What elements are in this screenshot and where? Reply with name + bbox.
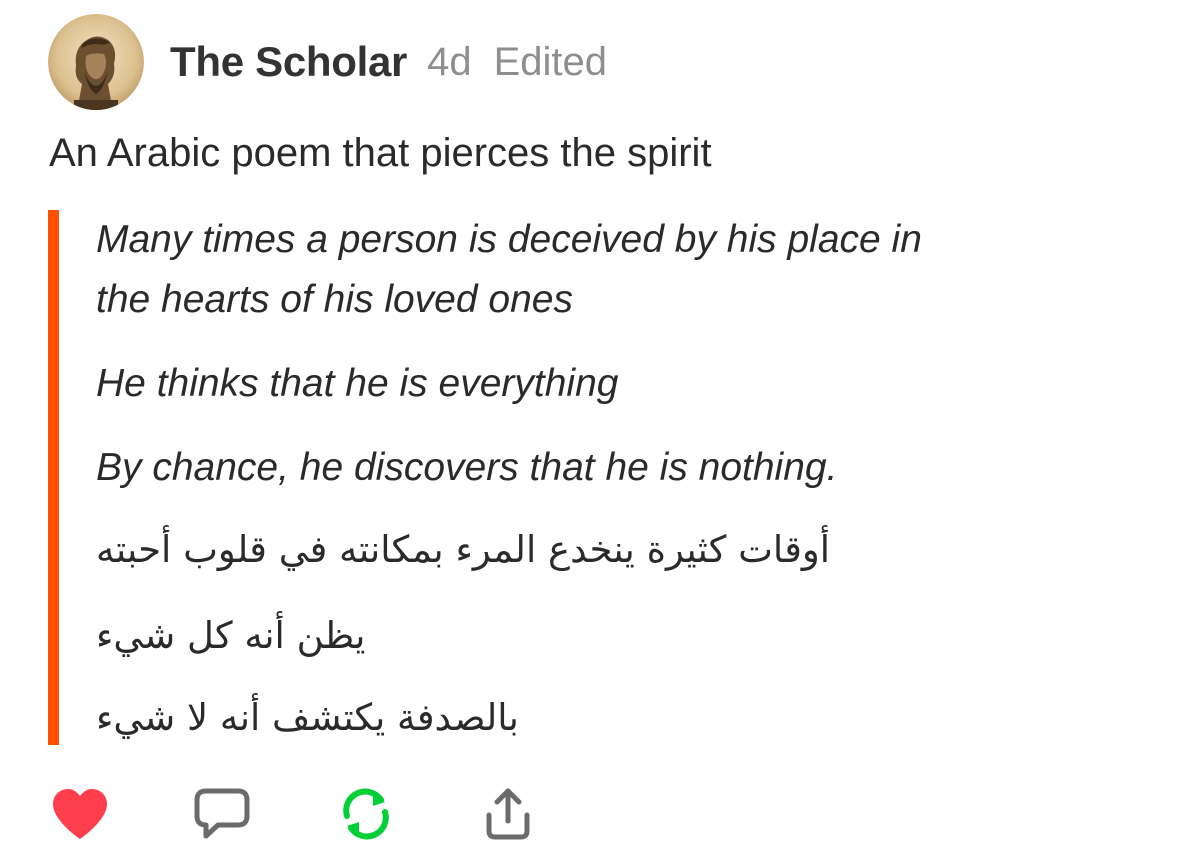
post-title: An Arabic poem that pierces the spirit (49, 131, 712, 175)
quote-line-arabic: بالصدفة يكتشف أنه لا شيء (96, 696, 519, 739)
edited-label: Edited (493, 39, 608, 84)
like-button[interactable] (48, 784, 112, 844)
quote-line: the hearts of his loved ones (96, 278, 573, 321)
quote-line: He thinks that he is everything (96, 362, 619, 405)
quote-line: Many times a person is deceived by his p… (96, 218, 922, 261)
quote-line-arabic: أوقات كثيرة ينخدع المرء بمكانته في قلوب … (96, 528, 831, 571)
post-age: 4d (427, 39, 472, 84)
heart-icon (53, 789, 107, 839)
author-name[interactable]: The Scholar (170, 38, 407, 86)
share-button[interactable] (476, 784, 540, 844)
comment-icon (194, 788, 250, 839)
share-icon (486, 788, 530, 840)
post-header: The Scholar 4d Edited (48, 14, 607, 110)
quote-bar (48, 210, 59, 745)
quote-block: Many times a person is deceived by his p… (48, 210, 1118, 745)
quote-line-arabic: يظن أنه كل شيء (96, 614, 366, 657)
avatar[interactable] (48, 14, 144, 110)
quote-line: By chance, he discovers that he is nothi… (96, 446, 838, 489)
comment-button[interactable] (190, 784, 254, 844)
reblog-icon (343, 788, 389, 840)
reblog-button[interactable] (334, 784, 398, 844)
